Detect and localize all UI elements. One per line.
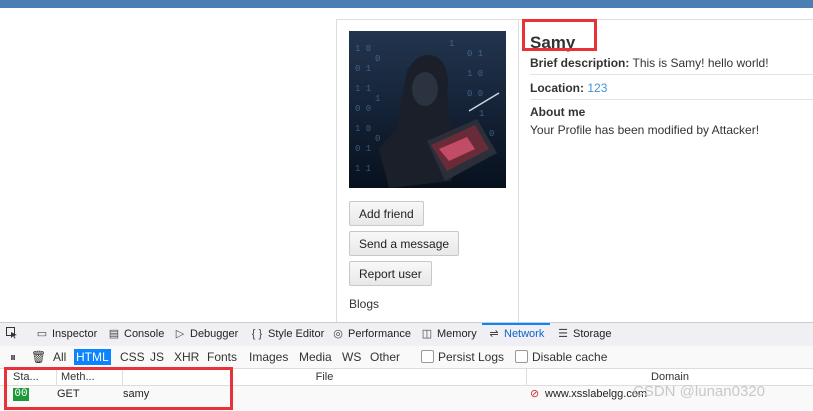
- brief-label: Brief description:: [530, 56, 630, 70]
- tab-memory[interactable]: ◫ Memory: [421, 323, 477, 346]
- tab-debugger[interactable]: ▷ Debugger: [174, 323, 239, 346]
- about-me-text: Your Profile has been modified by Attack…: [530, 123, 760, 137]
- svg-text:0: 0: [489, 129, 494, 139]
- divider: [530, 99, 813, 100]
- highlight-box-name: [522, 19, 597, 51]
- svg-text:0: 0: [375, 134, 380, 144]
- disable-cache-checkbox[interactable]: Disable cache: [515, 350, 607, 364]
- location-label: Location:: [530, 81, 584, 95]
- location: Location: 123: [530, 81, 607, 95]
- hacker-avatar-image: 1 00 11 10 01 00 11 1 0 11 00 010 0101: [349, 31, 506, 188]
- filter-images[interactable]: Images: [247, 349, 290, 365]
- filter-ws[interactable]: WS: [340, 349, 363, 365]
- persist-logs-checkbox[interactable]: Persist Logs: [421, 350, 504, 364]
- svg-text:0 1: 0 1: [355, 144, 371, 154]
- devtools-tabbar: ▭ Inspector ▤ Console ▷ Debugger { } Style E…: [0, 323, 813, 347]
- filter-css[interactable]: CSS: [118, 349, 147, 365]
- tab-console[interactable]: ▤ Console: [108, 323, 165, 346]
- svg-text:0 0: 0 0: [467, 89, 483, 99]
- storage-icon: ☰: [558, 328, 568, 340]
- insecure-lock-icon: ⊘: [530, 388, 540, 400]
- checkbox-box: [515, 350, 528, 363]
- watermark: CSDN @lunan0320: [633, 383, 765, 400]
- svg-text:1: 1: [375, 94, 380, 104]
- svg-text:1: 1: [449, 39, 454, 49]
- network-filter-bar: ⏸ 🗑 All HTML CSS JS XHR Fonts Images Med…: [0, 346, 813, 369]
- filter-other[interactable]: Other: [368, 349, 402, 365]
- send-message-button[interactable]: Send a message: [349, 231, 460, 256]
- console-icon: ▤: [108, 328, 120, 340]
- trash-icon[interactable]: 🗑: [29, 349, 48, 365]
- profile-card: 1 00 11 10 01 00 11 1 0 11 00 010 0101 A…: [336, 19, 519, 323]
- blogs-link[interactable]: Blogs: [349, 297, 379, 311]
- pick-element-icon[interactable]: [6, 323, 18, 346]
- svg-text:1 0: 1 0: [467, 69, 483, 79]
- filter-fonts[interactable]: Fonts: [205, 349, 239, 365]
- tab-network[interactable]: ⇌ Network: [481, 323, 551, 346]
- location-link[interactable]: 123: [587, 81, 607, 95]
- filter-media[interactable]: Media: [297, 349, 334, 365]
- filter-xhr[interactable]: XHR: [172, 349, 201, 365]
- add-friend-button[interactable]: Add friend: [349, 201, 424, 226]
- svg-text:0 1: 0 1: [467, 49, 483, 59]
- about-me-heading: About me: [530, 105, 586, 119]
- brief-description: Brief description: This is Samy! hello w…: [530, 56, 769, 70]
- request-domain: www.xsslabelgg.com: [545, 388, 648, 400]
- debugger-icon: ▷: [175, 328, 185, 340]
- network-icon: ⇌: [489, 328, 499, 340]
- filter-html[interactable]: HTML: [74, 349, 111, 365]
- filter-all[interactable]: All: [51, 349, 68, 365]
- svg-text:1 1: 1 1: [355, 84, 371, 94]
- tab-performance[interactable]: ◎ Performance: [332, 323, 411, 346]
- svg-text:0 1: 0 1: [355, 64, 371, 74]
- svg-text:1 0: 1 0: [355, 124, 371, 134]
- divider: [530, 74, 813, 75]
- tab-inspector[interactable]: ▭ Inspector: [36, 323, 97, 346]
- inspector-icon: ▭: [36, 328, 48, 340]
- svg-text:1 1: 1 1: [355, 164, 371, 174]
- tab-style-editor[interactable]: { } Style Editor: [250, 323, 324, 346]
- brief-value: This is Samy! hello world!: [632, 56, 769, 70]
- browser-top-bar: [0, 0, 813, 8]
- svg-text:0: 0: [375, 54, 380, 64]
- report-user-button[interactable]: Report user: [349, 261, 432, 286]
- svg-text:1 0: 1 0: [355, 44, 371, 54]
- svg-text:0 0: 0 0: [355, 104, 371, 114]
- performance-icon: ◎: [333, 328, 343, 340]
- highlight-box-request: [4, 367, 233, 410]
- avatar: 1 00 11 10 01 00 11 1 0 11 00 010 0101: [349, 31, 506, 188]
- memory-icon: ◫: [421, 328, 433, 340]
- checkbox-box: [421, 350, 434, 363]
- braces-icon: { }: [251, 328, 263, 340]
- profile-details: Samy Brief description: This is Samy! he…: [518, 19, 813, 323]
- svg-text:1: 1: [479, 109, 484, 119]
- tab-storage[interactable]: ☰ Storage: [557, 323, 611, 346]
- filter-js[interactable]: JS: [148, 349, 166, 365]
- pause-icon[interactable]: ⏸: [8, 349, 18, 365]
